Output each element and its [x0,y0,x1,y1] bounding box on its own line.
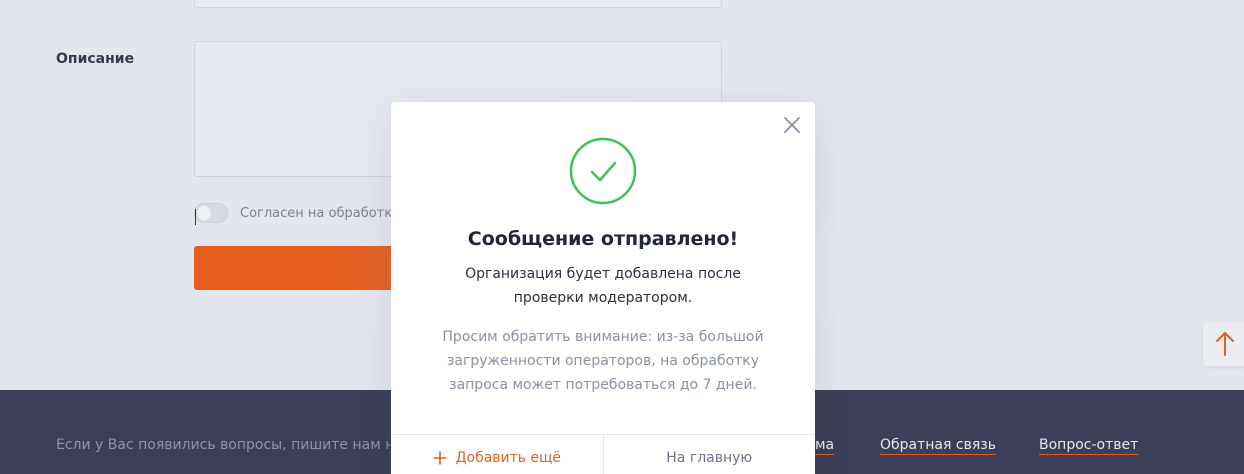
modal-message: Организация будет добавлена после провер… [465,266,741,306]
check-circle-icon [569,137,637,205]
description-label: Описание [56,51,135,67]
footer-link-feedback[interactable]: Обратная связь [880,437,996,455]
modal-actions: Добавить ещё На главную [391,434,815,474]
text-caret [195,209,196,225]
consent-toggle[interactable] [194,203,228,225]
success-modal: Сообщение отправлено! Организация будет … [391,102,815,474]
modal-note: Просим обратить внимание: из-за большой … [442,329,764,393]
add-more-label: Добавить ещё [455,450,561,466]
add-more-button[interactable]: Добавить ещё [391,435,604,474]
close-icon[interactable] [781,114,803,136]
scroll-top-button[interactable] [1203,322,1244,366]
home-button[interactable]: На главную [604,435,816,474]
toggle-knob [197,206,211,220]
previous-input-field[interactable] [194,0,722,8]
modal-title: Сообщение отправлено! [467,228,739,250]
arrow-up-icon [1216,332,1234,356]
footer-link-faq[interactable]: Вопрос-ответ [1039,437,1139,455]
plus-icon [432,451,447,465]
home-label: На главную [666,450,753,466]
